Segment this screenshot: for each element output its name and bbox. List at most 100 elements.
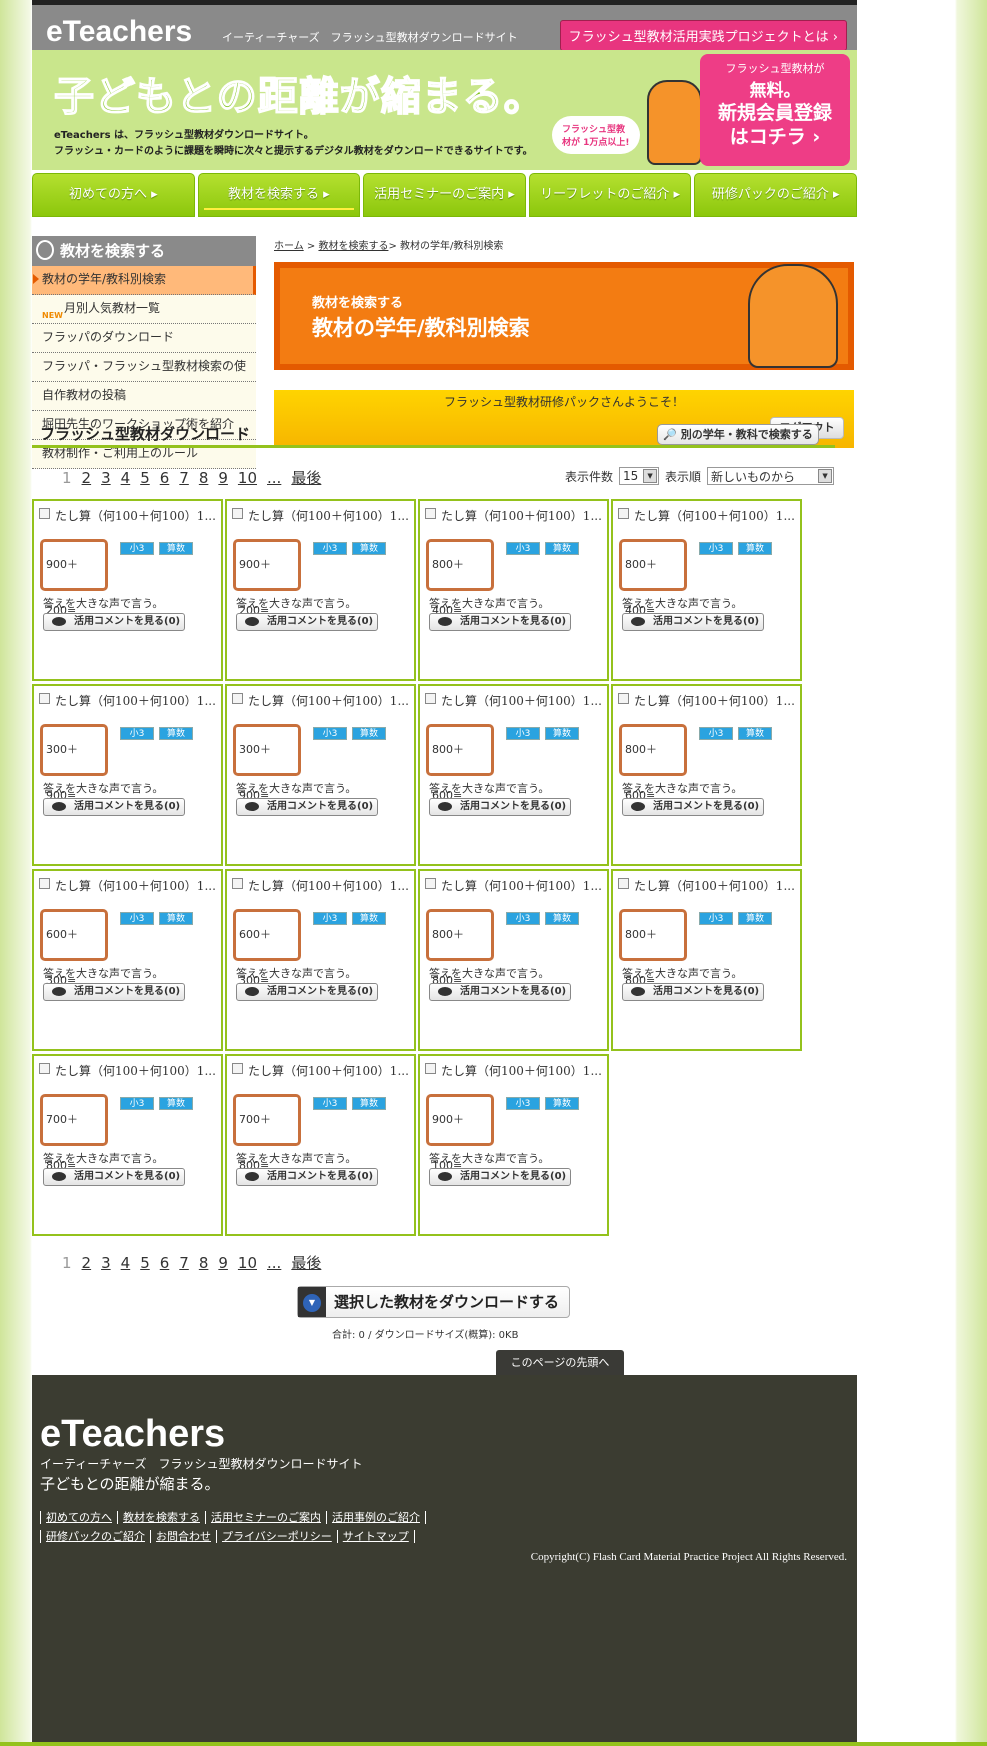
material-title[interactable]: たし算（何100＋何100）1... xyxy=(248,507,409,524)
page-link[interactable]: 2 xyxy=(82,469,92,487)
nav-training-pack[interactable]: 研修パックのご紹介 ▸ xyxy=(694,173,857,217)
select-checkbox[interactable] xyxy=(618,508,629,519)
breadcrumb-search[interactable]: 教材を検索する xyxy=(318,241,388,252)
select-checkbox[interactable] xyxy=(425,508,436,519)
material-title[interactable]: たし算（何100＋何100）1... xyxy=(55,692,216,709)
footer-link[interactable]: 研修パックのご紹介 xyxy=(40,1530,150,1543)
select-checkbox[interactable] xyxy=(425,1063,436,1074)
page-link[interactable]: 10 xyxy=(238,469,257,487)
material-title[interactable]: たし算（何100＋何100）1... xyxy=(248,877,409,894)
page-link[interactable]: 6 xyxy=(160,1254,170,1272)
select-checkbox[interactable] xyxy=(39,1063,50,1074)
material-title[interactable]: たし算（何100＋何100）1... xyxy=(248,692,409,709)
view-comments-button[interactable]: 活用コメントを見る(0) xyxy=(236,613,378,631)
page-link[interactable]: 7 xyxy=(179,1254,189,1272)
material-title[interactable]: たし算（何100＋何100）1... xyxy=(634,507,795,524)
material-title[interactable]: たし算（何100＋何100）1... xyxy=(55,507,216,524)
nav-leaflet[interactable]: リーフレットのご紹介 ▸ xyxy=(528,173,692,217)
material-thumbnail[interactable]: 700＋800= xyxy=(233,1094,301,1172)
view-comments-button[interactable]: 活用コメントを見る(0) xyxy=(43,613,185,631)
material-title[interactable]: たし算（何100＋何100）1... xyxy=(441,692,602,709)
material-thumbnail[interactable]: 900＋200= xyxy=(40,539,108,617)
page-link[interactable]: 3 xyxy=(101,1254,111,1272)
order-select[interactable]: 新しいものから ▼ xyxy=(707,467,835,485)
view-comments-button[interactable]: 活用コメントを見る(0) xyxy=(622,613,764,631)
material-thumbnail[interactable]: 800＋800= xyxy=(619,909,687,987)
select-checkbox[interactable] xyxy=(425,878,436,889)
footer-link[interactable]: 教材を検索する xyxy=(117,1511,205,1524)
view-comments-button[interactable]: 活用コメントを見る(0) xyxy=(236,798,378,816)
page-link[interactable]: 9 xyxy=(218,1254,228,1272)
select-checkbox[interactable] xyxy=(39,508,50,519)
nav-search[interactable]: 教材を検索する ▸ xyxy=(197,173,361,217)
select-checkbox[interactable] xyxy=(618,878,629,889)
material-thumbnail[interactable]: 600＋300= xyxy=(233,909,301,987)
select-checkbox[interactable] xyxy=(425,693,436,704)
material-title[interactable]: たし算（何100＋何100）1... xyxy=(441,877,602,894)
page-link[interactable]: 7 xyxy=(179,469,189,487)
footer-link[interactable]: 活用セミナーのご案内 xyxy=(205,1511,326,1524)
project-link-button[interactable]: フラッシュ型教材活用実践プロジェクトとは › xyxy=(559,20,847,51)
material-title[interactable]: たし算（何100＋何100）1... xyxy=(55,1062,216,1079)
breadcrumb-home[interactable]: ホーム xyxy=(274,241,304,252)
select-checkbox[interactable] xyxy=(39,693,50,704)
material-thumbnail[interactable]: 800＋400= xyxy=(619,539,687,617)
footer-link[interactable]: 初めての方へ xyxy=(40,1511,117,1524)
page-link[interactable]: 10 xyxy=(238,1254,257,1272)
select-checkbox[interactable] xyxy=(232,508,243,519)
material-thumbnail[interactable]: 300＋900= xyxy=(40,724,108,802)
material-title[interactable]: たし算（何100＋何100）1... xyxy=(634,877,795,894)
material-title[interactable]: たし算（何100＋何100）1... xyxy=(55,877,216,894)
page-link[interactable]: 2 xyxy=(82,1254,92,1272)
site-logo[interactable]: eTeachers xyxy=(46,15,192,49)
select-checkbox[interactable] xyxy=(232,878,243,889)
page-link[interactable]: 8 xyxy=(199,469,209,487)
page-link[interactable]: 3 xyxy=(101,469,111,487)
page-last[interactable]: 最後 xyxy=(291,469,321,487)
page-link[interactable]: 4 xyxy=(121,469,131,487)
view-comments-button[interactable]: 活用コメントを見る(0) xyxy=(43,983,185,1001)
sidebar-item-post-material[interactable]: 自作教材の投稿 xyxy=(32,382,256,411)
material-thumbnail[interactable]: 800＋600= xyxy=(619,724,687,802)
material-thumbnail[interactable]: 900＋200= xyxy=(233,539,301,617)
nav-seminar[interactable]: 活用セミナーのご案内 ▸ xyxy=(363,173,526,217)
page-link[interactable]: 9 xyxy=(218,469,228,487)
back-to-top-button[interactable]: このページの先頭へ xyxy=(496,1350,624,1375)
page-last[interactable]: 最後 xyxy=(291,1254,321,1272)
material-title[interactable]: たし算（何100＋何100）1... xyxy=(248,1062,409,1079)
view-comments-button[interactable]: 活用コメントを見る(0) xyxy=(429,983,571,1001)
view-comments-button[interactable]: 活用コメントを見る(0) xyxy=(43,798,185,816)
material-thumbnail[interactable]: 900＋100= xyxy=(426,1094,494,1172)
sidebar-item-grade-subject-search[interactable]: 教材の学年/教科別検索 xyxy=(32,266,256,295)
page-link[interactable]: 5 xyxy=(140,1254,150,1272)
footer-link[interactable]: プライバシーポリシー xyxy=(216,1530,337,1543)
count-select[interactable]: 15 ▼ xyxy=(619,467,660,485)
footer-link[interactable]: お問合わせ xyxy=(150,1530,216,1543)
sidebar-item-flappa-download[interactable]: フラッパのダウンロード xyxy=(32,324,256,353)
view-comments-button[interactable]: 活用コメントを見る(0) xyxy=(236,983,378,1001)
material-thumbnail[interactable]: 800＋600= xyxy=(426,724,494,802)
sidebar-item-monthly-popular[interactable]: 月別人気教材一覧 NEW xyxy=(32,295,256,324)
select-checkbox[interactable] xyxy=(232,1063,243,1074)
material-title[interactable]: たし算（何100＋何100）1... xyxy=(634,692,795,709)
page-ellipsis[interactable]: ... xyxy=(267,469,281,487)
page-link[interactable]: 4 xyxy=(121,1254,131,1272)
view-comments-button[interactable]: 活用コメントを見る(0) xyxy=(236,1168,378,1186)
footer-link[interactable]: 活用事例のご紹介 xyxy=(326,1511,426,1524)
view-comments-button[interactable]: 活用コメントを見る(0) xyxy=(43,1168,185,1186)
page-ellipsis[interactable]: ... xyxy=(267,1254,281,1272)
material-title[interactable]: たし算（何100＋何100）1... xyxy=(441,1062,602,1079)
page-link[interactable]: 6 xyxy=(160,469,170,487)
material-title[interactable]: たし算（何100＋何100）1... xyxy=(441,507,602,524)
view-comments-button[interactable]: 活用コメントを見る(0) xyxy=(429,1168,571,1186)
page-link[interactable]: 5 xyxy=(140,469,150,487)
nav-first-visit[interactable]: 初めての方へ ▸ xyxy=(32,173,195,217)
select-checkbox[interactable] xyxy=(39,878,50,889)
page-link[interactable]: 8 xyxy=(199,1254,209,1272)
view-comments-button[interactable]: 活用コメントを見る(0) xyxy=(622,798,764,816)
view-comments-button[interactable]: 活用コメントを見る(0) xyxy=(429,798,571,816)
view-comments-button[interactable]: 活用コメントを見る(0) xyxy=(622,983,764,1001)
material-thumbnail[interactable]: 800＋800= xyxy=(426,909,494,987)
select-checkbox[interactable] xyxy=(618,693,629,704)
download-selected-button[interactable]: 選択した教材をダウンロードする xyxy=(297,1286,570,1318)
